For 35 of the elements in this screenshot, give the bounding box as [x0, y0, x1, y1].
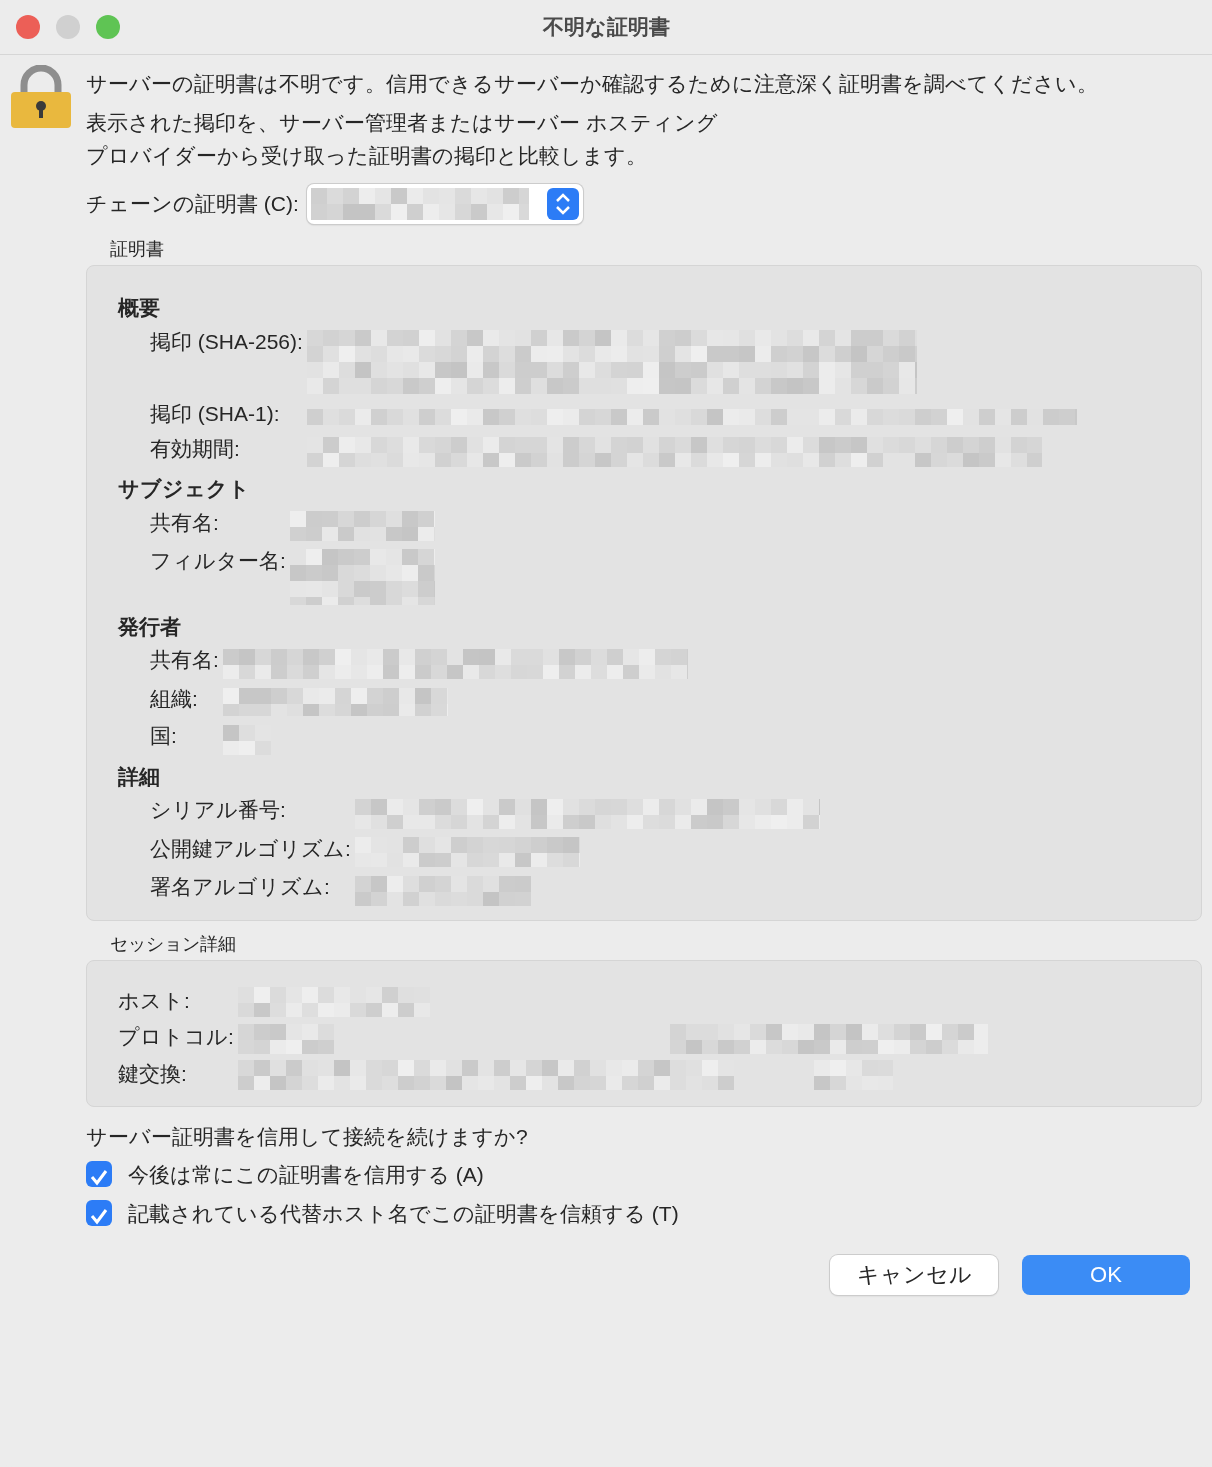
field-label: 鍵交換:: [118, 1060, 188, 1087]
section-heading: 概要: [118, 295, 161, 322]
section-heading: 詳細: [118, 763, 161, 790]
field-label: 公開鍵アルゴリズム:: [150, 835, 351, 862]
section-heading: 発行者: [118, 614, 182, 641]
stepper-icon: [546, 188, 579, 220]
certificate-chain-dropdown[interactable]: [306, 184, 583, 224]
group-label: セッション詳細: [110, 932, 237, 956]
field-label: 国:: [150, 723, 178, 750]
field-label: 共有名:: [150, 509, 220, 536]
message-text: サーバーの証明書は不明です。信用できるサーバーか確認するために注意深く証明書を調べてください。: [86, 71, 1099, 97]
field-label: 署名アルゴリズム:: [150, 874, 331, 901]
close-button[interactable]: [16, 15, 40, 39]
lock-icon: [10, 65, 72, 131]
field-label: 共有名:: [150, 647, 219, 674]
field-label: フィルター名:: [150, 548, 286, 575]
checkbox-label: 今後は常にこの証明書を信用する (A): [128, 1161, 484, 1188]
message-text: プロバイダーから受け取った証明書の掲印と比較します。: [86, 143, 648, 169]
checkbox[interactable]: [86, 1161, 112, 1188]
field-label: プロトコル:: [118, 1024, 234, 1051]
checkbox[interactable]: [86, 1200, 112, 1227]
field-label: ホスト:: [118, 987, 191, 1014]
field-label: 有効期間:: [150, 436, 241, 462]
section-heading: サブジェクト: [118, 476, 251, 503]
field-label: 掲印 (SHA-256):: [150, 328, 303, 355]
message-text: 表示された掲印を、サーバー管理者またはサーバー ホスティング: [86, 110, 719, 136]
cancel-button[interactable]: キャンセル: [830, 1255, 998, 1296]
field-label: 組織:: [150, 685, 199, 712]
checkbox-label: 記載されている代替ホスト名でこの証明書を信頼する (T): [128, 1200, 679, 1227]
window-title: 不明な証明書: [542, 14, 670, 41]
field-label: シリアル番号:: [150, 797, 287, 824]
group-label: 証明書: [110, 238, 165, 261]
chain-label: チェーンの証明書 (C):: [86, 191, 299, 218]
field-label: 掲印 (SHA-1):: [150, 400, 281, 427]
question-text: サーバー証明書を信用して接続を続けますか?: [86, 1124, 529, 1151]
